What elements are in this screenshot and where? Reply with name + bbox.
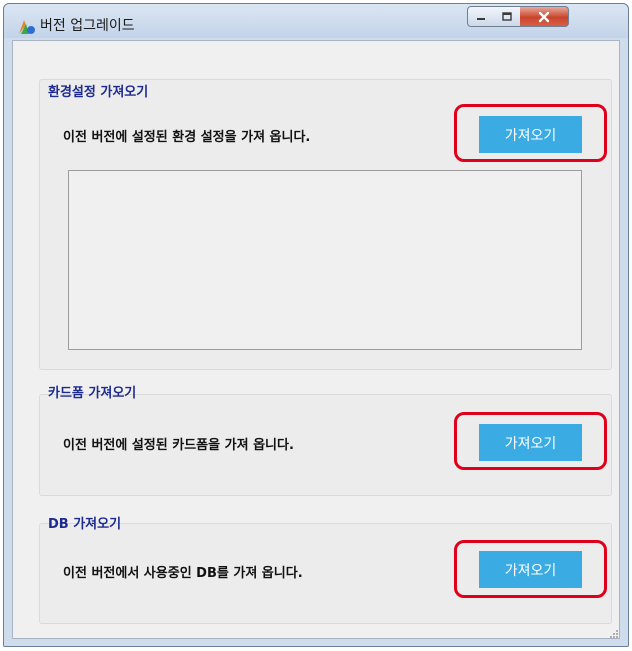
db-import-highlight [454,540,607,598]
db-import-title: DB 가져오기 [48,517,122,532]
minimize-button[interactable] [467,6,495,27]
db-import-description: 이전 버전에서 사용중인 DB를 가져 옵니다. [63,566,303,581]
window-title: 버전 업그레이드 [40,18,135,34]
maximize-button[interactable] [494,6,521,27]
close-icon [538,11,550,22]
title-bar[interactable]: 버전 업그레이드 [4,4,628,38]
window: 버전 업그레이드 환경설정 가져오기 이전 버전에 설정된 환경 설정을 가져 … [3,3,629,647]
settings-import-log[interactable] [68,170,582,350]
cardform-import-highlight [454,412,607,470]
minimize-icon [477,17,485,20]
maximize-icon [502,11,512,21]
app-icon [19,20,35,34]
cardform-import-title: 카드폼 가져오기 [48,386,137,401]
dialog-body: 환경설정 가져오기 이전 버전에 설정된 환경 설정을 가져 옵니다. 가져오기… [12,40,620,639]
resize-grip-icon[interactable] [609,629,619,639]
settings-import-description: 이전 버전에 설정된 환경 설정을 가져 옵니다. [63,130,311,145]
settings-import-title: 환경설정 가져오기 [48,85,149,100]
close-button[interactable] [520,6,569,27]
cardform-import-description: 이전 버전에 설정된 카드폼을 가져 옵니다. [63,438,294,453]
settings-import-highlight [454,104,607,162]
